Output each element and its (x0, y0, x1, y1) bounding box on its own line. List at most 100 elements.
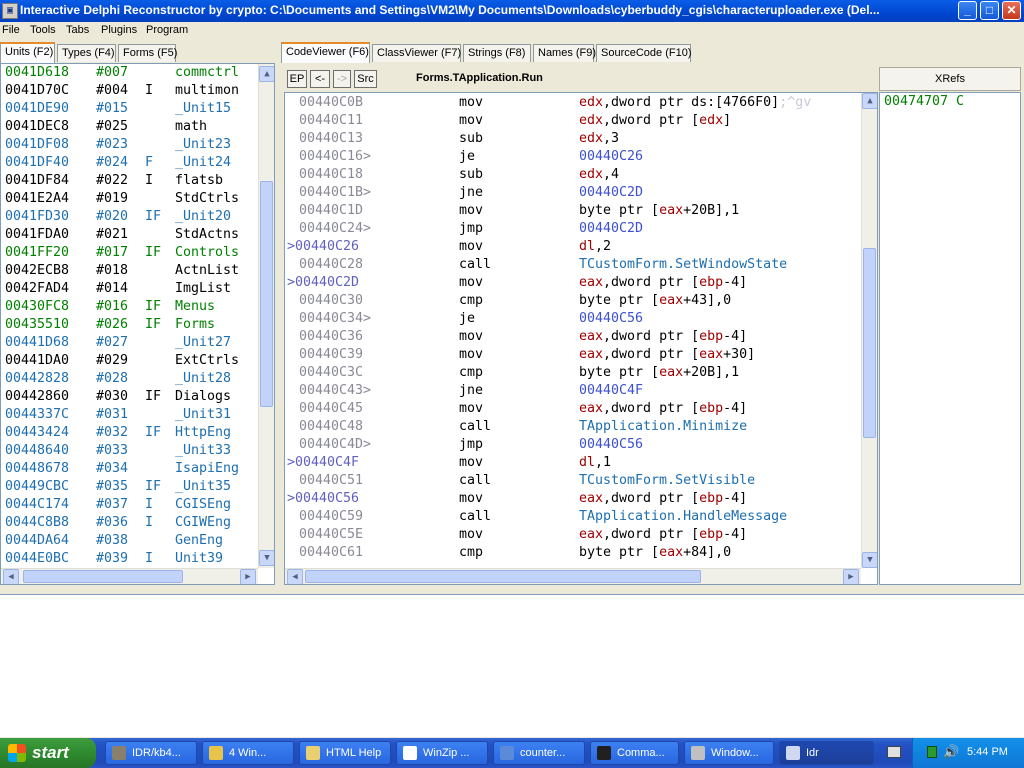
code-row[interactable]: 00440C43> jne 00440C4F (285, 382, 861, 400)
units-list[interactable]: 0041D618 #007 commctrl 0041D70C #004 Imultim… (0, 63, 275, 585)
code-row[interactable]: 00440C30 cmp byte ptr [eax+43],0 (285, 292, 861, 310)
code-row[interactable]: 00440C18 sub edx,4 (285, 166, 861, 184)
code-row[interactable]: 00440C5E mov eax,dword ptr [ebp-4] (285, 526, 861, 544)
close-button[interactable]: ✕ (1002, 1, 1021, 20)
code-row[interactable]: 00440C59 call TApplication.HandleMessage (285, 508, 861, 526)
code-row[interactable]: 00440C1B> jne 00440C2D (285, 184, 861, 202)
code-row[interactable]: 00440C45 mov eax,dword ptr [ebp-4] (285, 400, 861, 418)
tab-sourcecode[interactable]: SourceCode (F10) (596, 44, 692, 62)
code-row[interactable]: >00440C26 mov dl,2 (285, 238, 861, 256)
code-row[interactable]: >00440C4F mov dl,1 (285, 454, 861, 472)
volume-icon[interactable]: 🔊 (943, 744, 959, 760)
tab-forms[interactable]: Forms (F5) (118, 44, 177, 62)
title-bar[interactable]: ▣ Interactive Delphi Reconstructor by cr… (0, 0, 1024, 22)
taskbar-button[interactable]: HTML Help (299, 741, 391, 765)
code-listing[interactable]: 00440C0B mov edx,dword ptr ds:[4766F0];^gv… (284, 92, 878, 585)
code-row[interactable]: 00440C13 sub edx,3 (285, 130, 861, 148)
tab-names[interactable]: Names (F9) (533, 44, 596, 62)
tab-classviewer[interactable]: ClassViewer (F7) (372, 44, 461, 62)
units-hscroll-thumb[interactable] (23, 570, 183, 583)
scroll-up-icon[interactable]: ▲ (862, 93, 877, 109)
operand-token[interactable]: 00440C56 (579, 311, 643, 326)
src-button[interactable]: Src (354, 70, 377, 88)
operand-token: , (603, 167, 612, 182)
operand-token[interactable]: TApplication.HandleMessage (579, 509, 787, 524)
code-vscroll-thumb[interactable] (863, 248, 876, 438)
code-vscrollbar[interactable]: ▲ ▼ (861, 93, 877, 568)
menu-tools[interactable]: Tools (30, 24, 56, 36)
code-row[interactable]: 00440C51 call TCustomForm.SetVisible (285, 472, 861, 490)
maximize-button[interactable]: □ (980, 1, 999, 20)
scroll-left-icon[interactable]: ◀ (3, 569, 19, 584)
task-label: WinZip ... (423, 747, 470, 759)
taskbar-button[interactable]: WinZip ... (396, 741, 488, 765)
scroll-down-icon[interactable]: ▼ (862, 552, 877, 568)
operand-token[interactable]: 00440C2D (579, 221, 643, 236)
code-row[interactable]: 00440C3C cmp byte ptr [eax+20B],1 (285, 364, 861, 382)
taskbar-button[interactable]: Idr (779, 741, 874, 765)
units-vscrollbar[interactable]: ▲ ▼ (258, 64, 274, 568)
code-row[interactable]: 00440C34> je 00440C56 (285, 310, 861, 328)
code-row[interactable]: 00440C61 cmp byte ptr [eax+84],0 (285, 544, 861, 562)
menu-plugins[interactable]: Plugins (101, 24, 137, 36)
code-hscroll-thumb[interactable] (305, 570, 701, 583)
scroll-right-icon[interactable]: ▶ (843, 569, 859, 584)
menu-file[interactable]: File (2, 24, 20, 36)
xref-item[interactable]: 00474707 C (884, 93, 964, 111)
back-button[interactable]: <- (310, 70, 330, 88)
menu-program[interactable]: Program (146, 24, 188, 36)
forward-button[interactable]: -> (333, 70, 351, 88)
scroll-down-icon[interactable]: ▼ (259, 550, 274, 566)
scroll-left-icon[interactable]: ◀ (287, 569, 303, 584)
taskbar-button[interactable]: Window... (684, 741, 774, 765)
menu-tabs[interactable]: Tabs (66, 24, 89, 36)
code-row[interactable]: >00440C56 mov eax,dword ptr [ebp-4] (285, 490, 861, 508)
operand-token: ], (707, 293, 724, 308)
code-row[interactable]: 00440C1D mov byte ptr [eax+20B],1 (285, 202, 861, 220)
code-row[interactable]: 00440C48 call TApplication.Minimize (285, 418, 861, 436)
operand-token[interactable]: 00440C4F (579, 383, 643, 398)
units-hscrollbar[interactable]: ◀ ▶ (1, 568, 258, 584)
code-row[interactable]: 00440C4D> jmp 00440C56 (285, 436, 861, 454)
scroll-up-icon[interactable]: ▲ (259, 66, 274, 82)
code-row[interactable]: 00440C24> jmp 00440C2D (285, 220, 861, 238)
tray-app-icon[interactable] (927, 746, 937, 758)
xrefs-header[interactable]: XRefs (879, 67, 1021, 91)
keyboard-icon[interactable] (887, 746, 901, 758)
code-row[interactable]: 00440C0B mov edx,dword ptr ds:[4766F0];^gv (285, 94, 861, 112)
code-row[interactable]: 00440C36 mov eax,dword ptr [ebp-4] (285, 328, 861, 346)
code-row[interactable]: 00440C28 call TCustomForm.SetWindowState (285, 256, 861, 274)
code-address: 00440C4D> (299, 437, 372, 452)
code-row[interactable]: 00440C39 mov eax,dword ptr [eax+30] (285, 346, 861, 364)
start-button[interactable]: start (0, 738, 96, 768)
operand-token[interactable]: 00440C2D (579, 185, 643, 200)
operand-token[interactable]: 00440C56 (579, 437, 643, 452)
ep-button[interactable]: EP (287, 70, 307, 88)
code-row[interactable]: 00440C16> je 00440C26 (285, 148, 861, 166)
tab-strings[interactable]: Strings (F8) (463, 44, 531, 62)
tab-types[interactable]: Types (F4) (57, 44, 116, 62)
xrefs-list[interactable]: 00474707 C (879, 92, 1021, 585)
unit-name: _Unit27 (175, 335, 232, 350)
minimize-button[interactable]: _ (958, 1, 977, 20)
unit-name: Menus (175, 299, 216, 314)
operand-token: 43 (691, 293, 708, 308)
output-pane[interactable] (0, 594, 1024, 737)
scroll-right-icon[interactable]: ▶ (240, 569, 256, 584)
code-hscrollbar[interactable]: ◀ ▶ (285, 568, 861, 584)
operand-token[interactable]: TApplication.Minimize (579, 419, 747, 434)
clock[interactable]: 5:44 PM (967, 746, 1008, 758)
operand-token[interactable]: TCustomForm.SetVisible (579, 473, 755, 488)
units-vscroll-thumb[interactable] (260, 181, 273, 407)
code-row[interactable]: 00440C11 mov edx,dword ptr [edx] (285, 112, 861, 130)
unit-name: CGIWEng (175, 515, 232, 530)
operand-token[interactable]: 00440C26 (579, 149, 643, 164)
taskbar-button[interactable]: IDR/kb4... (105, 741, 197, 765)
tab-units[interactable]: Units (F2) (0, 42, 55, 63)
taskbar-button[interactable]: 4 Win... (202, 741, 294, 765)
taskbar-button[interactable]: counter... (493, 741, 585, 765)
operand-token[interactable]: TCustomForm.SetWindowState (579, 257, 787, 272)
taskbar-button[interactable]: Comma... (590, 741, 679, 765)
code-row[interactable]: >00440C2D mov eax,dword ptr [ebp-4] (285, 274, 861, 292)
tab-codeviewer[interactable]: CodeViewer (F6) (281, 42, 370, 63)
